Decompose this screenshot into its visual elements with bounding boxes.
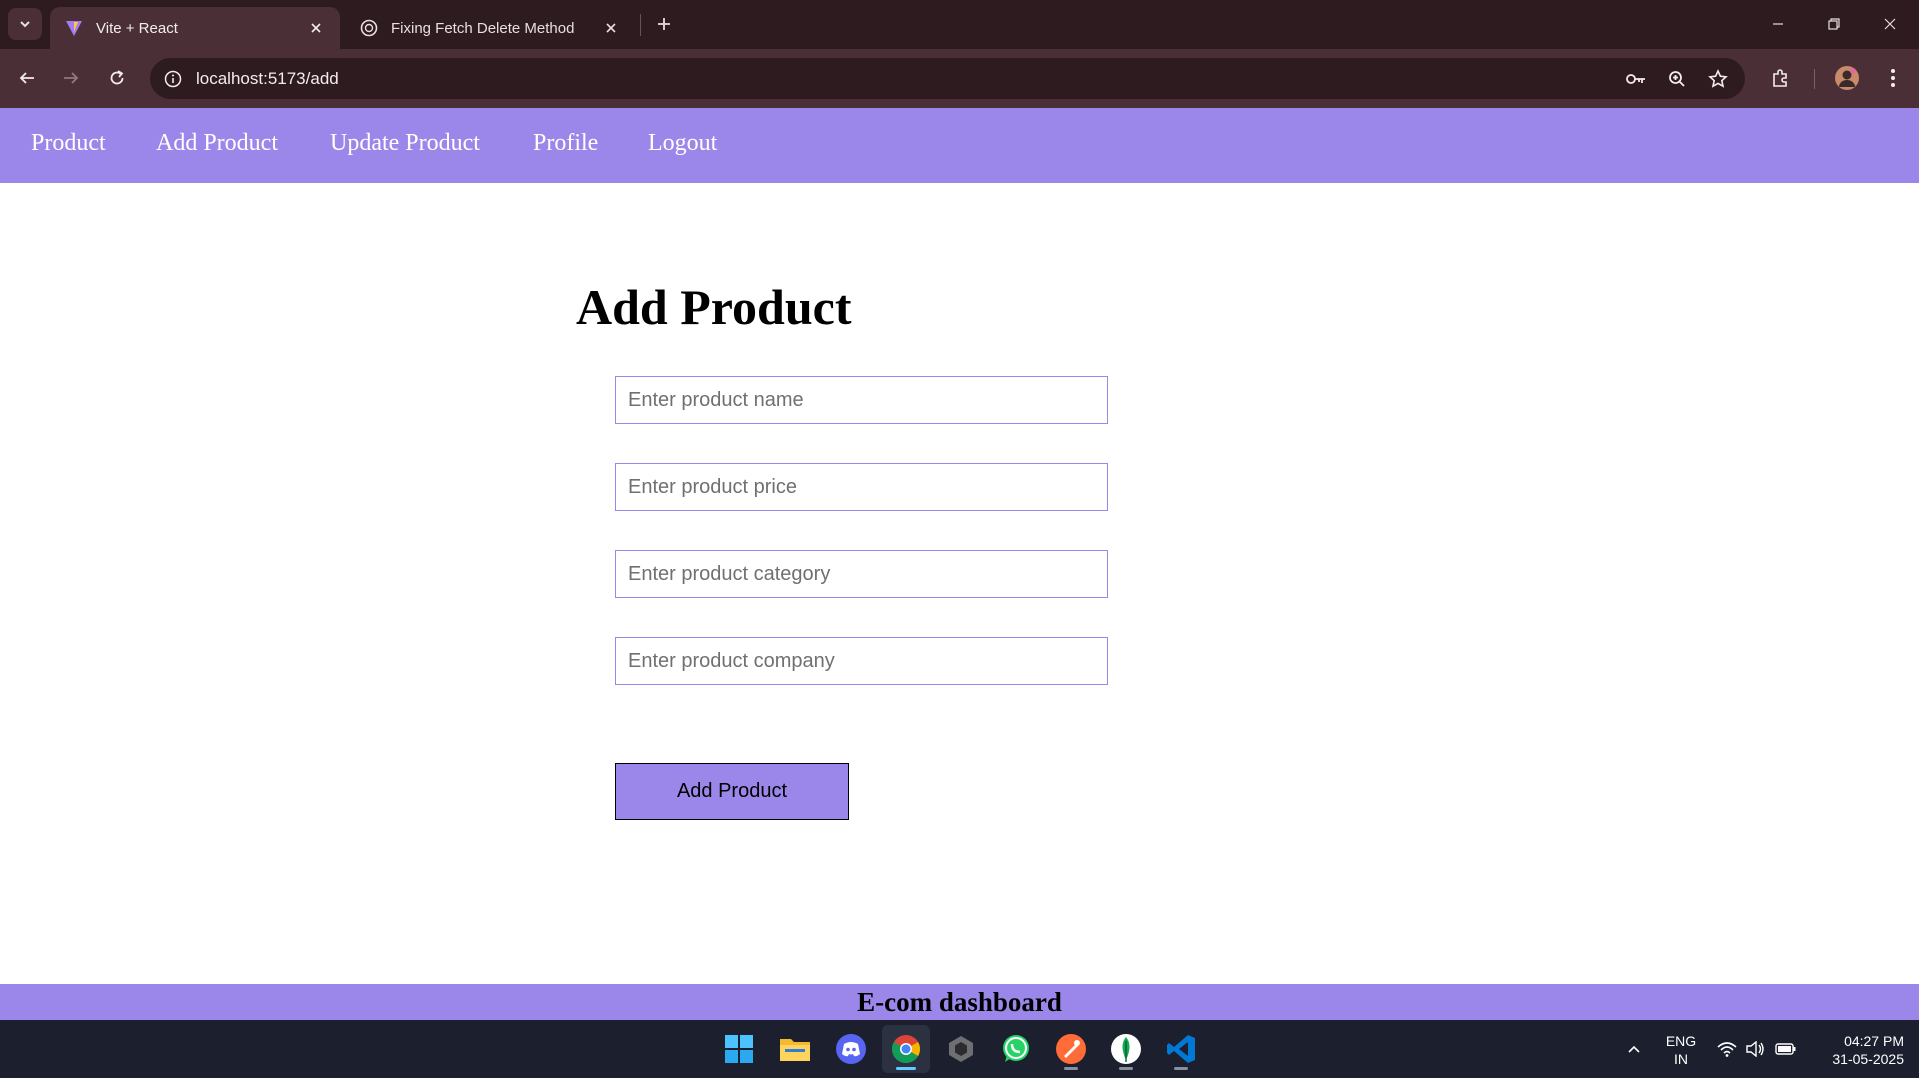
app-navbar: Product Add Product Update Product Profi… xyxy=(0,108,1919,183)
bookmark-star-icon[interactable] xyxy=(1706,67,1730,91)
minimize-window-button[interactable] xyxy=(1758,6,1798,42)
minimize-icon xyxy=(1773,23,1783,25)
system-clock[interactable]: 04:27 PM 31-05-2025 xyxy=(1808,1032,1904,1068)
arrow-right-icon xyxy=(64,72,79,84)
toolbar-divider xyxy=(1814,69,1815,89)
volume-icon[interactable] xyxy=(1742,1020,1768,1078)
vite-logo-icon xyxy=(64,18,84,38)
region-code: IN xyxy=(1674,1051,1688,1067)
vscode-icon[interactable] xyxy=(1157,1025,1205,1073)
product-price-input[interactable] xyxy=(615,463,1108,511)
nav-link-update-product[interactable]: Update Product xyxy=(330,130,480,157)
tab-search-button[interactable] xyxy=(8,8,42,40)
mongodb-compass-icon[interactable] xyxy=(1102,1025,1150,1073)
product-name-input[interactable] xyxy=(615,376,1108,424)
add-product-button[interactable]: Add Product xyxy=(615,763,849,820)
chrome-icon[interactable] xyxy=(882,1025,930,1073)
openai-logo-icon xyxy=(359,18,379,38)
language-code: ENG xyxy=(1665,1033,1697,1049)
clock-time: 04:27 PM xyxy=(1844,1033,1904,1049)
extensions-puzzle-icon[interactable] xyxy=(1764,61,1798,95)
postman-icon[interactable] xyxy=(1047,1025,1095,1073)
app-running-indicator xyxy=(896,1067,916,1070)
browser-toolbar: localhost:5173/add xyxy=(0,49,1919,108)
restore-icon xyxy=(1828,18,1840,30)
browser-menu-button[interactable] xyxy=(1876,61,1910,95)
nav-link-profile[interactable]: Profile xyxy=(533,130,598,157)
new-tab-button[interactable] xyxy=(650,10,678,38)
app-running-indicator xyxy=(1174,1067,1188,1070)
back-button[interactable] xyxy=(10,61,44,95)
battery-icon[interactable] xyxy=(1772,1020,1800,1078)
wifi-icon[interactable] xyxy=(1714,1020,1740,1078)
footer-text: E-com dashboard xyxy=(857,986,1062,1017)
plus-icon xyxy=(658,18,670,30)
address-bar[interactable]: localhost:5173/add xyxy=(150,58,1745,99)
tab-title: Fixing Fetch Delete Method xyxy=(391,19,575,37)
app-footer: E-com dashboard xyxy=(0,984,1919,1020)
show-hidden-icons-button[interactable] xyxy=(1620,1020,1648,1078)
reload-icon xyxy=(110,70,124,85)
windows-start-icon[interactable] xyxy=(715,1025,763,1073)
discord-icon[interactable] xyxy=(827,1025,875,1073)
zoom-icon[interactable] xyxy=(1665,67,1689,91)
product-company-input[interactable] xyxy=(615,637,1108,685)
chevron-down-icon xyxy=(20,21,30,28)
arrow-left-icon xyxy=(19,72,34,84)
password-key-icon[interactable] xyxy=(1624,67,1648,91)
browser-tab-strip: Vite + React Fixing Fetch Delete Method xyxy=(0,0,1919,49)
clock-date: 31-05-2025 xyxy=(1832,1051,1904,1067)
product-category-input[interactable] xyxy=(615,550,1108,598)
app-running-indicator xyxy=(1064,1067,1078,1070)
close-window-button[interactable] xyxy=(1870,6,1910,42)
forward-button[interactable] xyxy=(54,61,88,95)
page-title: Add Product xyxy=(576,279,852,335)
tab-vite-react[interactable]: Vite + React xyxy=(50,7,340,49)
app-running-indicator xyxy=(1119,1067,1133,1070)
close-tab-icon[interactable] xyxy=(306,18,326,38)
avatar-icon xyxy=(1835,66,1859,90)
more-vertical-icon xyxy=(1891,69,1895,87)
tab-fixing-fetch[interactable]: Fixing Fetch Delete Method xyxy=(345,7,635,49)
profile-avatar[interactable] xyxy=(1830,61,1864,95)
close-icon xyxy=(1884,18,1896,30)
restore-window-button[interactable] xyxy=(1814,6,1854,42)
reload-button[interactable] xyxy=(100,61,134,95)
close-tab-icon[interactable] xyxy=(601,18,621,38)
site-info-icon[interactable] xyxy=(162,68,184,90)
nav-link-add-product[interactable]: Add Product xyxy=(156,130,278,157)
file-explorer-icon[interactable] xyxy=(771,1025,819,1073)
whatsapp-icon[interactable] xyxy=(992,1025,1040,1073)
tab-title: Vite + React xyxy=(96,19,178,37)
nav-link-product[interactable]: Product xyxy=(31,130,106,157)
input-language-indicator[interactable]: ENG IN xyxy=(1658,1032,1704,1068)
github-desktop-icon[interactable] xyxy=(937,1025,985,1073)
url-text: localhost:5173/add xyxy=(196,69,339,88)
os-taskbar: ENG IN 04:27 PM 31-05-2025 xyxy=(0,1020,1919,1078)
chevron-up-icon xyxy=(1628,1045,1640,1053)
nav-link-logout[interactable]: Logout xyxy=(648,130,717,157)
tab-divider xyxy=(640,14,641,36)
